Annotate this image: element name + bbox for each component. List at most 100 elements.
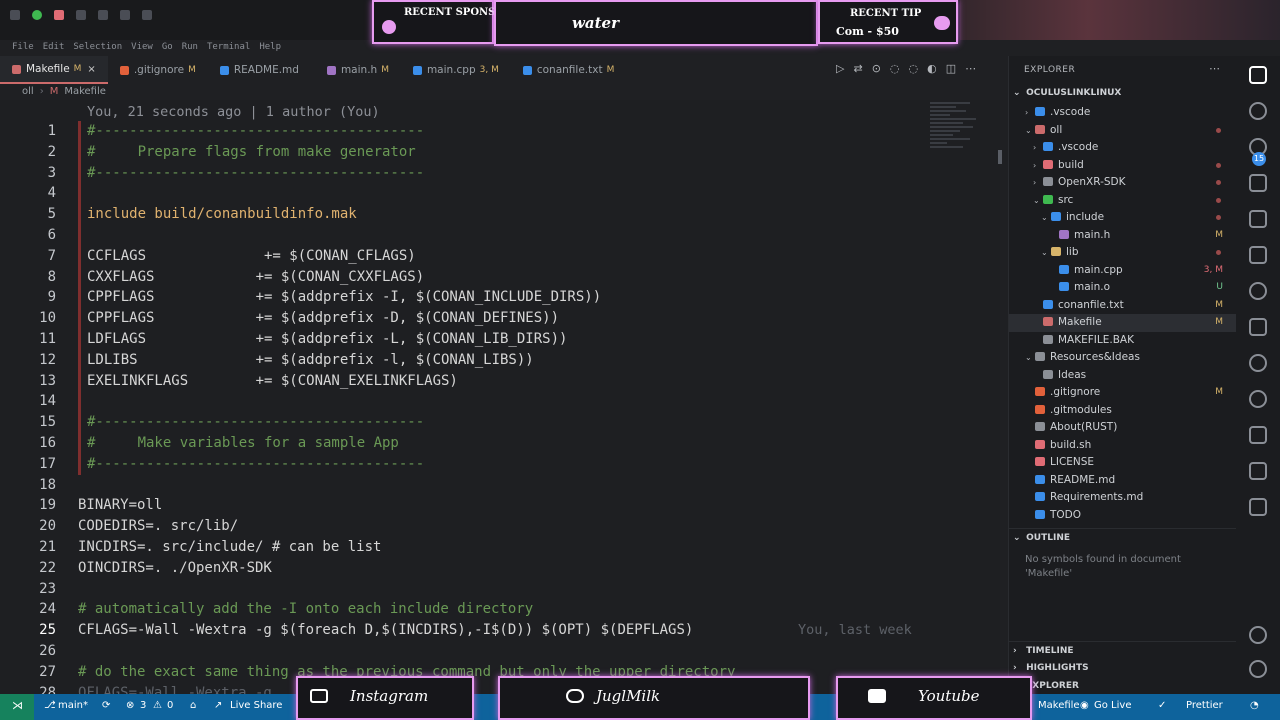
tree-folder[interactable]: ⌄ lib [1009, 244, 1237, 262]
tab-3[interactable]: main.h M [315, 56, 401, 84]
prettier-label[interactable]: Prettier [1186, 700, 1223, 711]
prettier-check-icon[interactable]: ✓ [1158, 700, 1166, 711]
git-icon[interactable] [32, 10, 42, 20]
tree-file[interactable]: README.md [1009, 472, 1237, 490]
error-count[interactable]: 3 [140, 700, 146, 711]
manage-gear-icon[interactable] [1249, 660, 1267, 678]
broadcast-icon[interactable]: ◉ [1080, 700, 1089, 711]
bookmark-icon[interactable] [1249, 318, 1267, 336]
tree-file[interactable]: MAKEFILE.BAK [1009, 332, 1237, 350]
menu-view[interactable]: View [131, 42, 153, 52]
code-line[interactable]: CCFLAGS += $(CONAN_CFLAGS) [78, 245, 928, 267]
tree-folder[interactable]: › .vscode [1009, 139, 1237, 157]
code-line[interactable] [78, 391, 928, 412]
git-graph-icon[interactable] [1249, 282, 1267, 300]
live-share-label[interactable]: Live Share [230, 700, 282, 711]
next-change-icon[interactable]: ◌ [909, 62, 919, 75]
open-changes-icon[interactable]: ◐ [927, 62, 937, 75]
code-line[interactable]: #--------------------------------------- [78, 453, 928, 475]
split-editor-icon[interactable]: ◫ [946, 62, 956, 75]
breadcrumb-folder[interactable]: oll [22, 86, 34, 97]
tree-file[interactable]: main.cpp 3, M [1009, 262, 1237, 280]
menu-run[interactable]: Run [182, 42, 198, 52]
tab-0[interactable]: Makefile M × [0, 56, 108, 84]
github-icon[interactable] [1249, 390, 1267, 408]
tree-file[interactable]: Ideas [1009, 367, 1237, 385]
sync-icon[interactable]: ⟳ [102, 700, 110, 711]
tree-folder[interactable]: › .vscode [1009, 104, 1237, 122]
code-line[interactable] [78, 183, 928, 204]
terminal-icon[interactable] [10, 10, 20, 20]
breadcrumb-file[interactable]: Makefile [64, 86, 106, 97]
code-line[interactable]: # automatically add the -I onto each inc… [78, 599, 928, 620]
code-line[interactable]: LDLIBS += $(addprefix -l, $(CONAN_LIBS)) [78, 349, 928, 371]
code-line[interactable]: LDFLAGS += $(addprefix -L, $(CONAN_LIB_D… [78, 328, 928, 350]
code-line[interactable] [78, 641, 928, 662]
music-icon[interactable] [98, 10, 108, 20]
tree-file[interactable]: Requirements.md [1009, 489, 1237, 507]
explorer-more-icon[interactable]: ⋯ [1209, 62, 1220, 75]
tab-2[interactable]: README.md [208, 56, 315, 84]
code-line[interactable]: CXXFLAGS += $(CONAN_CXXFLAGS) [78, 266, 928, 288]
menu-file[interactable]: File [12, 42, 34, 52]
tree-file[interactable]: build.sh [1009, 437, 1237, 455]
gear-icon[interactable] [120, 10, 130, 20]
code-lines[interactable]: #---------------------------------------… [78, 121, 928, 696]
code-line[interactable] [78, 224, 928, 246]
tab-4[interactable]: main.cpp 3, M [401, 56, 511, 84]
code-line[interactable]: CPPFLAGS += $(addprefix -D, $(CONAN_DEFI… [78, 308, 928, 329]
blame-header[interactable]: You, 21 seconds ago | 1 author (You) [87, 104, 380, 120]
tree-folder[interactable]: ⌄ oll [1009, 122, 1237, 140]
previous-change-icon[interactable]: ◌ [890, 62, 900, 75]
code-line[interactable]: BINARY=oll [78, 495, 928, 516]
menu-edit[interactable]: Edit [43, 42, 65, 52]
home-icon[interactable]: ⌂ [190, 700, 196, 711]
commit-icon[interactable]: ⊙ [872, 62, 881, 75]
tab-5[interactable]: conanfile.txt M [511, 56, 626, 84]
tree-folder[interactable]: ⌄ src [1009, 192, 1237, 210]
code-line[interactable]: # Make variables for a sample App [78, 432, 928, 454]
error-icon[interactable]: ⊗ [126, 700, 134, 711]
live-share-icon[interactable]: ↗ [214, 700, 222, 711]
remote-indicator[interactable]: ⋊ [0, 694, 34, 720]
code-line[interactable]: CODEDIRS=. src/lib/ [78, 516, 928, 537]
code-line[interactable] [78, 579, 928, 600]
search-icon[interactable] [1249, 102, 1267, 120]
outline-section[interactable]: ⌄ OUTLINE [1009, 528, 1237, 546]
alien-icon[interactable] [1249, 354, 1267, 372]
settings-icon[interactable] [76, 10, 86, 20]
timeline-section[interactable]: › TIMELINE [1009, 641, 1237, 659]
tree-file[interactable]: About(RUST) [1009, 419, 1237, 437]
check-icon[interactable] [1249, 462, 1267, 480]
explorer-secondary-section[interactable]: › EXPLORER [1009, 677, 1237, 695]
files-icon[interactable] [1249, 66, 1267, 84]
tree-file[interactable]: conanfile.txt M [1009, 297, 1237, 315]
tree-folder[interactable]: › OpenXR-SDK [1009, 174, 1237, 192]
code-line[interactable]: include build/conanbuildinfo.mak [78, 204, 928, 225]
tree-file[interactable]: main.h M [1009, 227, 1237, 245]
more-actions-icon[interactable]: ⋯ [965, 62, 976, 75]
go-live-label[interactable]: Go Live [1094, 700, 1131, 711]
warning-icon[interactable]: ⚠ [153, 700, 162, 711]
tree-folder[interactable]: ⌄ include [1009, 209, 1237, 227]
compare-icon[interactable]: ⇄ [853, 62, 862, 75]
code-line[interactable]: #--------------------------------------- [78, 412, 928, 433]
code-line[interactable]: CPPFLAGS += $(addprefix -I, $(CONAN_INCL… [78, 287, 928, 308]
code-line[interactable] [78, 475, 928, 496]
tree-file[interactable]: .gitignore M [1009, 384, 1237, 402]
cube-icon[interactable] [1249, 426, 1267, 444]
tree-file[interactable]: LICENSE [1009, 454, 1237, 472]
folder-icon[interactable] [54, 10, 64, 20]
menu-help[interactable]: Help [259, 42, 281, 52]
testing-icon[interactable] [1249, 246, 1267, 264]
menu-selection[interactable]: Selection [73, 42, 122, 52]
highlights-section[interactable]: › HIGHLIGHTS [1009, 659, 1237, 677]
tree-file[interactable]: main.o U [1009, 279, 1237, 297]
notifications-icon[interactable]: ◔ [1250, 700, 1259, 711]
run-icon[interactable]: ▷ [836, 62, 844, 75]
send-icon[interactable] [1249, 498, 1267, 516]
code-line[interactable]: INCDIRS=. src/include/ # can be list [78, 537, 928, 558]
menu-terminal[interactable]: Terminal [207, 42, 250, 52]
code-line[interactable]: #--------------------------------------- [78, 121, 928, 142]
code-line[interactable]: EXELINKFLAGS += $(CONAN_EXELINKFLAGS) [78, 370, 928, 392]
